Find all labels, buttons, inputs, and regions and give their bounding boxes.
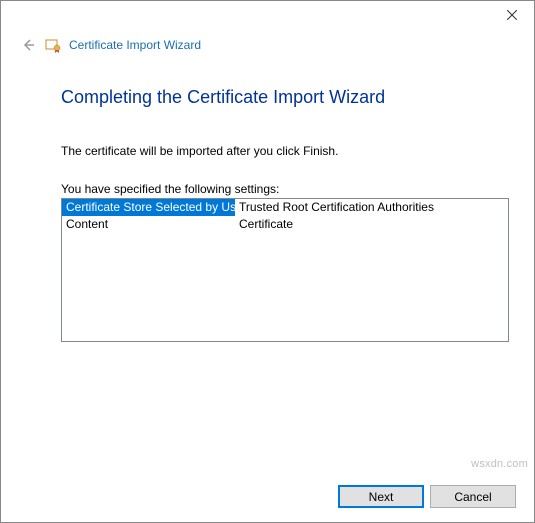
button-bar: Next Cancel xyxy=(338,485,516,508)
settings-row[interactable]: Content Certificate xyxy=(62,216,508,233)
wizard-window: Certificate Import Wizard Completing the… xyxy=(0,0,535,523)
settings-label: You have specified the following setting… xyxy=(61,182,494,196)
settings-key: Certificate Store Selected by User xyxy=(62,199,235,216)
back-arrow-icon xyxy=(21,38,35,52)
settings-listbox[interactable]: Certificate Store Selected by User Trust… xyxy=(61,198,509,342)
next-button[interactable]: Next xyxy=(338,485,424,508)
wizard-title: Certificate Import Wizard xyxy=(69,38,201,52)
watermark-text: wsxdn.com xyxy=(471,458,528,470)
titlebar xyxy=(1,1,534,31)
certificate-wizard-icon xyxy=(45,37,61,53)
wizard-content: Completing the Certificate Import Wizard… xyxy=(1,59,534,342)
wizard-header: Certificate Import Wizard xyxy=(1,31,534,59)
settings-row[interactable]: Certificate Store Selected by User Trust… xyxy=(62,199,508,216)
settings-value: Trusted Root Certification Authorities xyxy=(235,199,508,216)
back-button[interactable] xyxy=(19,38,37,52)
close-icon xyxy=(507,10,517,20)
close-button[interactable] xyxy=(489,1,534,29)
settings-value: Certificate xyxy=(235,216,508,233)
page-heading: Completing the Certificate Import Wizard xyxy=(61,87,494,108)
instruction-text: The certificate will be imported after y… xyxy=(61,144,494,158)
cancel-button[interactable]: Cancel xyxy=(430,485,516,508)
settings-key: Content xyxy=(62,216,235,233)
